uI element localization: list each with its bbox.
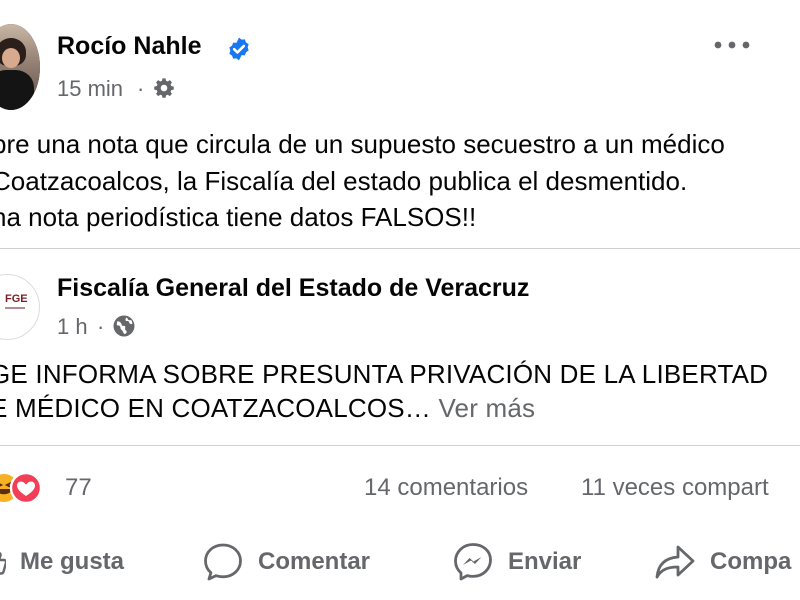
shared-text-line-2: E MÉDICO EN COATZACOALCOS… Ver más: [0, 391, 535, 425]
share-arrow-icon: [655, 545, 695, 579]
comments-count[interactable]: 14 comentarios: [364, 474, 528, 502]
like-label: Me gusta: [20, 548, 125, 575]
shared-author-logo[interactable]: FGE: [0, 274, 40, 340]
comment-label: Comentar: [258, 548, 371, 575]
author-avatar[interactable]: [0, 24, 40, 110]
reaction-icons[interactable]: [0, 471, 66, 505]
shared-meta-separator: ·: [97, 314, 105, 339]
like-button[interactable]: Me gusta: [0, 540, 124, 584]
send-label: Enviar: [508, 548, 582, 575]
verified-badge-icon: [229, 37, 249, 61]
love-reaction-icon: [9, 471, 43, 505]
post-text-line-2: Coatzacoalcos, la Fiscalía del estado pu…: [0, 166, 688, 196]
gear-icon: [154, 78, 174, 98]
more-options-icon[interactable]: [712, 35, 752, 55]
shared-text-line-2-content: E MÉDICO EN COATZACOALCOS…: [0, 393, 431, 423]
logo-text: FGE: [5, 293, 28, 305]
meta-separator: ·: [137, 76, 145, 101]
author-name[interactable]: Rocío Nahle: [57, 32, 201, 61]
shared-author-name[interactable]: Fiscalía General del Estado de Veracruz: [57, 274, 529, 303]
post-timestamp[interactable]: 15 min: [57, 76, 123, 102]
reactions-count[interactable]: 77: [65, 474, 92, 502]
thumbs-up-icon: [0, 552, 6, 575]
share-button[interactable]: Compa: [654, 540, 791, 584]
shared-card-bottom-divider: [0, 445, 800, 446]
post-text-line-1: bre una nota que circula de un supuesto …: [0, 129, 725, 159]
messenger-icon: [454, 543, 492, 581]
shared-text-line-1: GE INFORMA SOBRE PRESUNTA PRIVACIÓN DE L…: [0, 359, 769, 389]
post-text-line-3: na nota periodística tiene datos FALSOS!…: [0, 202, 477, 232]
comment-button[interactable]: Comentar: [202, 540, 370, 584]
shared-timestamp[interactable]: 1 h: [57, 314, 88, 340]
see-more-link[interactable]: Ver más: [438, 393, 535, 423]
send-button[interactable]: Enviar: [452, 540, 581, 584]
share-label: Compa: [710, 548, 792, 575]
shared-card-top-divider: [0, 248, 800, 249]
comment-bubble-icon: [204, 543, 242, 581]
shares-count[interactable]: 11 veces compart: [581, 474, 769, 502]
globe-icon: [113, 315, 135, 337]
